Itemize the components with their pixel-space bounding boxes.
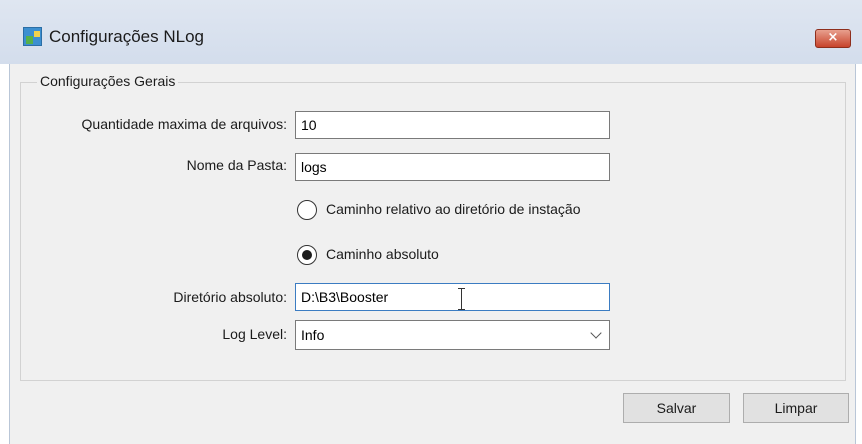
group-title: Configurações Gerais (37, 73, 179, 89)
relative-path-radio[interactable] (297, 200, 317, 220)
nlog-settings-window: Configurações NLog × Configurações Gerai… (0, 0, 862, 444)
app-icon (23, 27, 42, 46)
title-bar: Configurações NLog × (0, 0, 862, 64)
absolute-dir-label: Diretório absoluto: (173, 289, 287, 305)
clear-button[interactable]: Limpar (743, 393, 849, 423)
folder-name-input[interactable]: logs (295, 153, 610, 181)
absolute-path-radio[interactable] (297, 245, 317, 265)
close-button[interactable]: × (815, 29, 851, 48)
save-button[interactable]: Salvar (623, 393, 730, 423)
chevron-down-icon (590, 327, 602, 339)
absolute-path-label[interactable]: Caminho absoluto (326, 246, 439, 262)
log-level-value: Info (301, 327, 325, 343)
log-level-select[interactable]: Info (295, 320, 610, 350)
absolute-dir-input[interactable]: D:\B3\Booster (295, 283, 610, 311)
max-files-input[interactable]: 10 (295, 111, 610, 139)
folder-name-label: Nome da Pasta: (186, 157, 287, 173)
text-cursor-icon (458, 288, 465, 310)
window-title: Configurações NLog (49, 27, 204, 46)
max-files-label: Quantidade maxima de arquivos: (81, 116, 287, 132)
relative-path-label[interactable]: Caminho relativo ao diretório de instaçã… (326, 201, 580, 217)
log-level-label: Log Level: (222, 326, 287, 342)
